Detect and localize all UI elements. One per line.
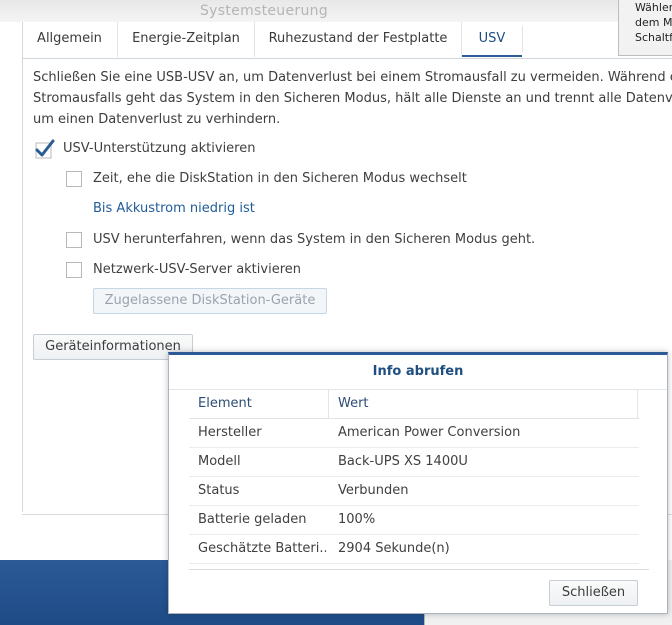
- dialog-footer-divider: [189, 569, 649, 570]
- table-row: Status Verbunden: [189, 477, 639, 506]
- shutdown-ups-checkbox[interactable]: [66, 232, 82, 248]
- window-titlebar: Systemsteuerung: [0, 0, 672, 22]
- table-row: Hersteller American Power Conversion: [189, 419, 639, 448]
- description-line: um einen Datenverlust zu verhindern.: [33, 112, 281, 127]
- row-value: 100%: [338, 512, 376, 527]
- network-ups-server-label: Netzwerk-USV-Server aktivieren: [93, 262, 301, 277]
- tab-ruhezustand[interactable]: Ruhezustand der Festplatte: [255, 22, 462, 57]
- table-row: Modell Back-UPS XS 1400U: [189, 448, 639, 477]
- shutdown-ups-label: USV herunterfahren, wenn das System in d…: [93, 232, 536, 247]
- info-table: Element Wert Hersteller American Power C…: [189, 390, 639, 564]
- column-divider: [637, 390, 638, 418]
- battery-low-link[interactable]: Bis Akkustrom niedrig ist: [93, 201, 255, 216]
- table-header: Element Wert: [189, 390, 639, 419]
- table-row: Geschätzte Batteri... 2904 Sekunde(n): [189, 535, 639, 564]
- network-ups-server-checkbox[interactable]: [66, 262, 82, 278]
- row-element: Status: [198, 483, 240, 498]
- row-element: Batterie geladen: [198, 512, 307, 527]
- row-value: Back-UPS XS 1400U: [338, 454, 468, 469]
- time-before-safe-mode-checkbox[interactable]: [66, 171, 82, 187]
- tab-allgemein[interactable]: Allgemein: [22, 22, 118, 57]
- row-value: Verbunden: [338, 483, 409, 498]
- time-before-safe-mode-label: Zeit, ehe die DiskStation in den Sichere…: [93, 171, 467, 186]
- column-divider: [328, 390, 329, 418]
- tab-energie-zeitplan[interactable]: Energie-Zeitplan: [118, 22, 255, 57]
- close-button[interactable]: Schließen: [549, 580, 638, 606]
- left-border: [22, 22, 23, 512]
- description-line: Schließen Sie eine USB-USV an, um Datenv…: [33, 70, 672, 85]
- enable-ups-label: USV-Unterstützung aktivieren: [63, 141, 256, 156]
- permitted-devices-button[interactable]: Zugelassene DiskStation-Geräte: [93, 288, 327, 314]
- row-element: Hersteller: [198, 425, 262, 440]
- dialog-title: Info abrufen: [169, 355, 667, 390]
- row-element: Geschätzte Batteri...: [198, 541, 326, 556]
- column-header-value[interactable]: Wert: [338, 390, 638, 418]
- ups-description: Schließen Sie eine USB-USV an, um Datenv…: [33, 67, 672, 130]
- window-title: Systemsteuerung: [200, 3, 328, 19]
- checkmark-icon: [35, 139, 55, 159]
- tooltip-line: Wähler: [635, 1, 672, 14]
- row-element: Modell: [198, 454, 241, 469]
- tab-bar: Allgemein Energie-Zeitplan Ruhezustand d…: [22, 22, 672, 59]
- enable-ups-checkbox[interactable]: [33, 138, 55, 160]
- column-header-element[interactable]: Element: [198, 390, 326, 418]
- info-dialog: Info abrufen Element Wert Hersteller Ame…: [168, 352, 668, 614]
- row-value: American Power Conversion: [338, 425, 521, 440]
- row-value: 2904 Sekunde(n): [338, 541, 450, 556]
- tab-divider: [522, 26, 523, 52]
- description-line: Stromausfalls geht das System in den Sic…: [33, 91, 672, 106]
- table-row: Batterie geladen 100%: [189, 506, 639, 535]
- tab-usv[interactable]: USV: [462, 22, 522, 57]
